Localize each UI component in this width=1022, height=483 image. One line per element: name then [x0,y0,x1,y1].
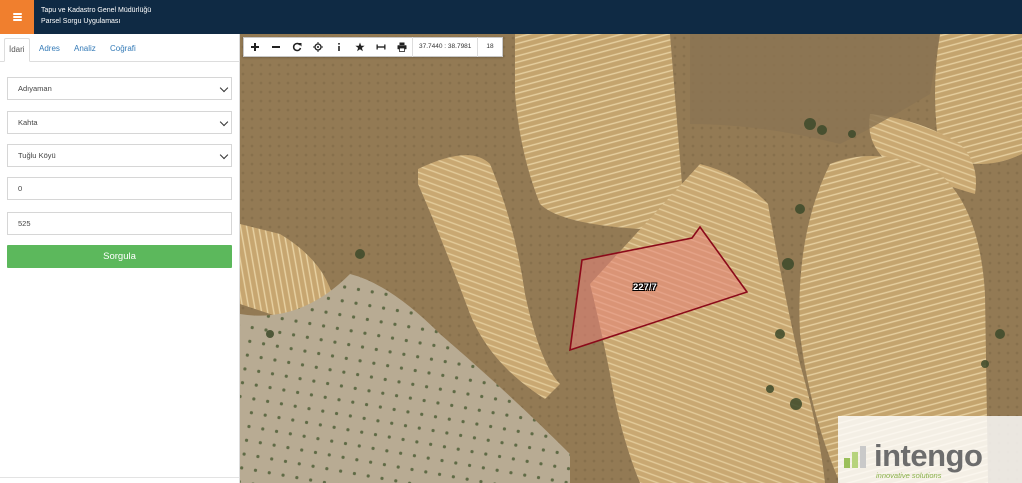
mahalle-select-value: Tuğlu Köyü [18,151,56,160]
sidebar-tabs: İdari Adres Analiz Coğrafi [0,34,239,62]
ilce-select-value: Kahta [18,118,38,127]
star-icon[interactable] [349,37,370,57]
tab-analiz[interactable]: Analiz [70,38,100,62]
ada-input[interactable]: 0 [7,177,232,200]
parsel-input-value: 525 [18,219,31,228]
refresh-icon[interactable] [286,37,307,57]
il-select[interactable]: Adıyaman [7,77,232,100]
zoom-in-icon[interactable] [244,37,265,57]
zoom-out-icon[interactable] [265,37,286,57]
sorgula-button[interactable]: Sorgula [7,245,232,268]
intengo-logo-mark-icon [844,446,866,468]
parsel-input[interactable]: 525 [7,212,232,235]
watermark-brand: intengo [874,438,983,473]
sidebar: İdari Adres Analiz Coğrafi Adıyaman Kaht… [0,34,240,483]
app-title-line1: Tapu ve Kadastro Genel Müdürlüğü [41,7,152,14]
watermark-tagline: innovative solutions [876,471,942,480]
parcel-label: 227/7 [633,282,657,293]
app-header: Tapu ve Kadastro Genel Müdürlüğü Parsel … [0,0,1022,34]
print-icon[interactable] [391,37,412,57]
intengo-watermark: intengo innovative solutions [838,416,1022,483]
ilce-select[interactable]: Kahta [7,111,232,134]
chevron-down-icon [219,83,229,93]
sidebar-footer [0,477,239,483]
ada-input-value: 0 [18,184,23,193]
map-toolbar: 37.7440 : 38.7981 18 [243,37,503,57]
tab-adres[interactable]: Adres [35,38,64,62]
app-title-line2: Parsel Sorgu Uygulaması [41,18,121,25]
il-select-value: Adıyaman [18,84,52,93]
measure-icon[interactable] [370,37,391,57]
mahalle-select[interactable]: Tuğlu Köyü [7,144,232,167]
app-title: Tapu ve Kadastro Genel Müdürlüğü Parsel … [41,5,151,27]
tab-idari[interactable]: İdari [4,38,30,62]
zoom-level-readout: 18 [486,43,494,50]
hamburger-icon [12,13,22,21]
chevron-down-icon [219,150,229,160]
menu-button[interactable] [0,0,34,34]
map-view[interactable]: 37.7440 : 38.7981 18 227/7 intengo innov… [240,34,1022,483]
chevron-down-icon [219,117,229,127]
coordinate-readout: 37.7440 : 38.7981 [412,37,479,57]
locate-icon[interactable] [307,37,328,57]
tab-cografi[interactable]: Coğrafi [106,38,140,62]
info-icon[interactable] [328,37,349,57]
